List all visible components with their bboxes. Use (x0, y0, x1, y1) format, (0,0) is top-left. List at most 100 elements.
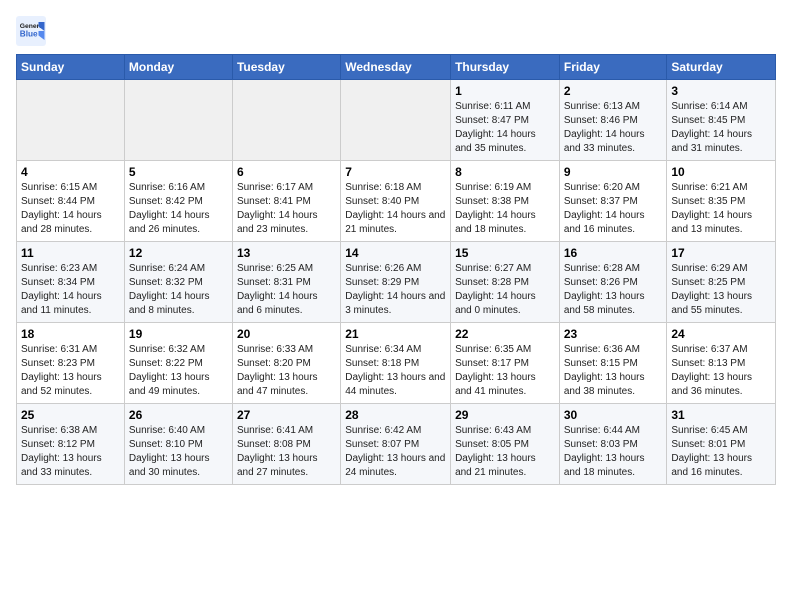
day-number: 22 (455, 327, 555, 341)
day-number: 29 (455, 408, 555, 422)
day-number: 13 (237, 246, 336, 260)
day-info: Sunrise: 6:29 AM Sunset: 8:25 PM Dayligh… (671, 262, 771, 318)
calendar-cell: 17 Sunrise: 6:29 AM Sunset: 8:25 PM Dayli… (667, 242, 776, 323)
calendar-header: Sunday Monday Tuesday Wednesday Thursday… (17, 55, 776, 80)
day-info: Sunrise: 6:20 AM Sunset: 8:37 PM Dayligh… (564, 181, 663, 237)
day-number: 8 (455, 165, 555, 179)
day-info: Sunrise: 6:41 AM Sunset: 8:08 PM Dayligh… (237, 424, 336, 480)
col-wednesday: Wednesday (341, 55, 451, 80)
calendar-cell: 31 Sunrise: 6:45 AM Sunset: 8:01 PM Dayli… (667, 404, 776, 485)
day-info: Sunrise: 6:26 AM Sunset: 8:29 PM Dayligh… (345, 262, 446, 318)
day-info: Sunrise: 6:43 AM Sunset: 8:05 PM Dayligh… (455, 424, 555, 480)
calendar-cell: 4 Sunrise: 6:15 AM Sunset: 8:44 PM Daylig… (17, 161, 125, 242)
day-number: 21 (345, 327, 446, 341)
calendar-cell: 28Sunrise: 6:42 AM Sunset: 8:07 PM Dayli… (341, 404, 451, 485)
day-info: Sunrise: 6:37 AM Sunset: 8:13 PM Dayligh… (671, 343, 771, 399)
calendar-cell: 22 Sunrise: 6:35 AM Sunset: 8:17 PM Dayli… (451, 323, 560, 404)
day-number: 2 (564, 84, 663, 98)
day-info: Sunrise: 6:38 AM Sunset: 8:12 PM Dayligh… (21, 424, 120, 480)
day-info: Sunrise: 6:36 AM Sunset: 8:15 PM Dayligh… (564, 343, 663, 399)
day-info: Sunrise: 6:25 AM Sunset: 8:31 PM Dayligh… (237, 262, 336, 318)
calendar-cell: 18Sunrise: 6:31 AM Sunset: 8:23 PM Dayli… (17, 323, 125, 404)
calendar-cell: 19 Sunrise: 6:32 AM Sunset: 8:22 PM Dayli… (124, 323, 232, 404)
calendar-cell: 12Sunrise: 6:24 AM Sunset: 8:32 PM Dayli… (124, 242, 232, 323)
col-monday: Monday (124, 55, 232, 80)
header-row: Sunday Monday Tuesday Wednesday Thursday… (17, 55, 776, 80)
day-info: Sunrise: 6:45 AM Sunset: 8:01 PM Dayligh… (671, 424, 771, 480)
day-info: Sunrise: 6:18 AM Sunset: 8:40 PM Dayligh… (345, 181, 446, 237)
day-info: Sunrise: 6:32 AM Sunset: 8:22 PM Dayligh… (129, 343, 228, 399)
calendar-cell: 21Sunrise: 6:34 AM Sunset: 8:18 PM Dayli… (341, 323, 451, 404)
calendar-cell: 1Sunrise: 6:11 AM Sunset: 8:47 PM Daylig… (451, 80, 560, 161)
day-number: 30 (564, 408, 663, 422)
generalblue-icon: General Blue (16, 16, 46, 46)
day-number: 28 (345, 408, 446, 422)
day-number: 31 (671, 408, 771, 422)
day-info: Sunrise: 6:44 AM Sunset: 8:03 PM Dayligh… (564, 424, 663, 480)
calendar-cell: 7 Sunrise: 6:18 AM Sunset: 8:40 PM Daylig… (341, 161, 451, 242)
day-number: 6 (237, 165, 336, 179)
calendar-cell: 27 Sunrise: 6:41 AM Sunset: 8:08 PM Dayli… (232, 404, 340, 485)
calendar-cell: 29 Sunrise: 6:43 AM Sunset: 8:05 PM Dayli… (451, 404, 560, 485)
calendar-cell: 16Sunrise: 6:28 AM Sunset: 8:26 PM Dayli… (559, 242, 667, 323)
col-saturday: Saturday (667, 55, 776, 80)
day-number: 17 (671, 246, 771, 260)
day-info: Sunrise: 6:17 AM Sunset: 8:41 PM Dayligh… (237, 181, 336, 237)
day-number: 14 (345, 246, 446, 260)
day-number: 25 (21, 408, 120, 422)
day-info: Sunrise: 6:16 AM Sunset: 8:42 PM Dayligh… (129, 181, 228, 237)
calendar-cell: 9 Sunrise: 6:20 AM Sunset: 8:37 PM Daylig… (559, 161, 667, 242)
day-number: 11 (21, 246, 120, 260)
day-number: 19 (129, 327, 228, 341)
day-number: 20 (237, 327, 336, 341)
calendar-cell: 23 Sunrise: 6:36 AM Sunset: 8:15 PM Dayli… (559, 323, 667, 404)
day-number: 4 (21, 165, 120, 179)
calendar-cell: 13 Sunrise: 6:25 AM Sunset: 8:31 PM Dayli… (232, 242, 340, 323)
calendar-cell: 11 Sunrise: 6:23 AM Sunset: 8:34 PM Dayli… (17, 242, 125, 323)
calendar-cell (341, 80, 451, 161)
day-info: Sunrise: 6:13 AM Sunset: 8:46 PM Dayligh… (564, 100, 663, 156)
day-number: 23 (564, 327, 663, 341)
calendar-cell (17, 80, 125, 161)
calendar-cell: 25 Sunrise: 6:38 AM Sunset: 8:12 PM Dayli… (17, 404, 125, 485)
col-thursday: Thursday (451, 55, 560, 80)
day-info: Sunrise: 6:21 AM Sunset: 8:35 PM Dayligh… (671, 181, 771, 237)
calendar-body: 1Sunrise: 6:11 AM Sunset: 8:47 PM Daylig… (17, 80, 776, 485)
calendar: Sunday Monday Tuesday Wednesday Thursday… (16, 54, 776, 485)
day-info: Sunrise: 6:24 AM Sunset: 8:32 PM Dayligh… (129, 262, 228, 318)
calendar-cell: 10 Sunrise: 6:21 AM Sunset: 8:35 PM Dayli… (667, 161, 776, 242)
calendar-week-4: 18Sunrise: 6:31 AM Sunset: 8:23 PM Dayli… (17, 323, 776, 404)
calendar-cell: 2 Sunrise: 6:13 AM Sunset: 8:46 PM Daylig… (559, 80, 667, 161)
day-number: 26 (129, 408, 228, 422)
calendar-week-3: 11 Sunrise: 6:23 AM Sunset: 8:34 PM Dayli… (17, 242, 776, 323)
calendar-week-1: 1Sunrise: 6:11 AM Sunset: 8:47 PM Daylig… (17, 80, 776, 161)
col-tuesday: Tuesday (232, 55, 340, 80)
day-number: 24 (671, 327, 771, 341)
header: General Blue (16, 16, 776, 46)
day-info: Sunrise: 6:14 AM Sunset: 8:45 PM Dayligh… (671, 100, 771, 156)
day-info: Sunrise: 6:11 AM Sunset: 8:47 PM Dayligh… (455, 100, 555, 156)
day-number: 7 (345, 165, 446, 179)
day-number: 3 (671, 84, 771, 98)
day-info: Sunrise: 6:28 AM Sunset: 8:26 PM Dayligh… (564, 262, 663, 318)
calendar-cell: 24 Sunrise: 6:37 AM Sunset: 8:13 PM Dayli… (667, 323, 776, 404)
day-info: Sunrise: 6:35 AM Sunset: 8:17 PM Dayligh… (455, 343, 555, 399)
svg-text:Blue: Blue (20, 29, 38, 38)
day-info: Sunrise: 6:15 AM Sunset: 8:44 PM Dayligh… (21, 181, 120, 237)
day-info: Sunrise: 6:27 AM Sunset: 8:28 PM Dayligh… (455, 262, 555, 318)
calendar-cell: 8 Sunrise: 6:19 AM Sunset: 8:38 PM Daylig… (451, 161, 560, 242)
calendar-week-5: 25 Sunrise: 6:38 AM Sunset: 8:12 PM Dayli… (17, 404, 776, 485)
page: General Blue Sunday Monday Tuesday Wedne… (0, 0, 792, 612)
day-info: Sunrise: 6:19 AM Sunset: 8:38 PM Dayligh… (455, 181, 555, 237)
calendar-cell: 26 Sunrise: 6:40 AM Sunset: 8:10 PM Dayli… (124, 404, 232, 485)
calendar-cell: 20Sunrise: 6:33 AM Sunset: 8:20 PM Dayli… (232, 323, 340, 404)
day-info: Sunrise: 6:23 AM Sunset: 8:34 PM Dayligh… (21, 262, 120, 318)
day-info: Sunrise: 6:40 AM Sunset: 8:10 PM Dayligh… (129, 424, 228, 480)
day-number: 9 (564, 165, 663, 179)
calendar-cell (124, 80, 232, 161)
calendar-cell: 30 Sunrise: 6:44 AM Sunset: 8:03 PM Dayli… (559, 404, 667, 485)
day-number: 27 (237, 408, 336, 422)
day-number: 10 (671, 165, 771, 179)
calendar-cell (232, 80, 340, 161)
col-sunday: Sunday (17, 55, 125, 80)
